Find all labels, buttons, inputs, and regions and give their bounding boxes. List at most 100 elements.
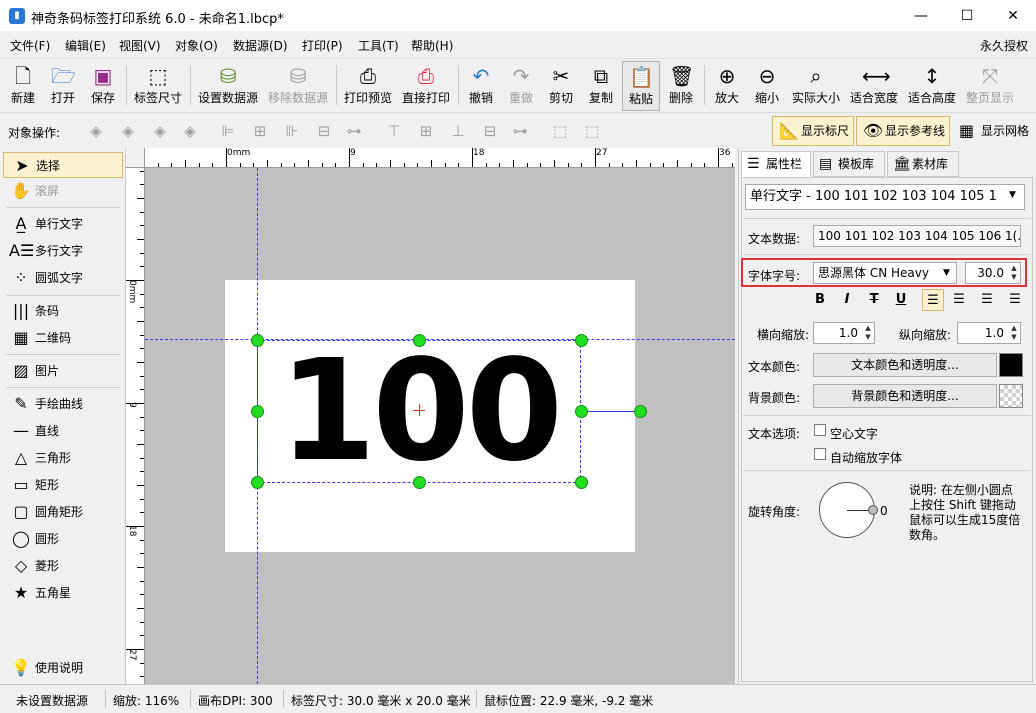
align-middle-icon[interactable]: ⊞ — [416, 122, 436, 140]
tool-image[interactable]: ▨ 图片 — [3, 358, 123, 384]
help-button[interactable]: 💡 使用说明 — [3, 655, 123, 681]
maximize-button[interactable]: ☐ — [944, 0, 990, 32]
text-color-button[interactable]: 文本颜色和透明度... — [813, 353, 997, 377]
align-right-icon[interactable]: ⊪ — [282, 122, 302, 140]
align-bottom-icon[interactable]: ⊥ — [448, 122, 468, 140]
bg-color-swatch[interactable] — [999, 384, 1023, 408]
show-grid-toggle[interactable]: ▦ 显示网格 — [952, 116, 1034, 146]
tool-star[interactable]: ★ 五角星 — [3, 580, 123, 606]
resize-handle[interactable] — [575, 476, 588, 489]
remove-datasource-button[interactable]: ⛁ 移除数据源 — [264, 61, 332, 111]
zoom-in-button[interactable]: ⊕ 放大 — [708, 61, 746, 111]
same-size-icon[interactable]: ⬚ — [550, 122, 570, 140]
menu-datasource[interactable]: 数据源(D) — [233, 37, 288, 54]
chevron-down-icon[interactable]: ▼ — [1009, 190, 1016, 200]
spin-down-icon[interactable]: ▼ — [1007, 333, 1021, 342]
set-datasource-button[interactable]: ⛁ 设置数据源 — [195, 61, 261, 111]
tool-triangle[interactable]: △ 三角形 — [3, 445, 123, 471]
object-select-dropdown[interactable]: 单行文字 - 100 101 102 103 104 105 1 — [745, 184, 1025, 210]
spin-up-icon[interactable]: ▲ — [861, 324, 875, 333]
center-h-icon[interactable]: ⊶ — [344, 122, 364, 140]
menu-edit[interactable]: 编辑(E) — [65, 37, 106, 54]
menu-tools[interactable]: 工具(T) — [358, 37, 399, 54]
bold-button[interactable]: B — [809, 289, 831, 311]
undo-button[interactable]: ↶ 撤销 — [462, 61, 500, 111]
text-color-swatch[interactable] — [999, 353, 1023, 377]
tab-templates[interactable]: ▤ 模板库 — [813, 151, 885, 177]
menu-view[interactable]: 视图(V) — [119, 37, 161, 54]
show-guides-toggle[interactable]: 👁 显示参考线 — [856, 116, 950, 146]
underline-button[interactable]: U — [890, 289, 912, 311]
tool-qrcode[interactable]: ▦ 二维码 — [3, 325, 123, 351]
align-center-icon[interactable]: ⊞ — [250, 122, 270, 140]
tool-multi-text[interactable]: A☰ 多行文字 — [3, 238, 123, 264]
font-family-select[interactable]: 思源黑体 CN Heavy — [813, 262, 957, 284]
open-button[interactable]: 🗁 打开 — [44, 61, 82, 111]
justify-text-icon[interactable]: ☰ — [1004, 289, 1026, 311]
new-button[interactable]: 🗋 新建 — [4, 61, 42, 111]
delete-button[interactable]: 🗑 删除 — [662, 61, 700, 111]
label-size-button[interactable]: ⬚ 标签尺寸 — [130, 61, 186, 111]
rotation-dial-knob[interactable] — [868, 505, 878, 515]
design-canvas[interactable]: 100 — [145, 168, 735, 684]
redo-button[interactable]: ↷ 重做 — [502, 61, 540, 111]
distribute-h-icon[interactable]: ⊟ — [314, 122, 334, 140]
spin-up-icon[interactable]: ▲ — [1007, 264, 1021, 273]
auto-shrink-checkbox[interactable] — [814, 448, 826, 460]
send-to-back-icon[interactable]: ◈ — [180, 122, 200, 140]
menu-object[interactable]: 对象(O) — [175, 37, 218, 54]
resize-handle[interactable] — [251, 334, 264, 347]
tool-single-text[interactable]: A̲ 单行文字 — [3, 211, 123, 237]
close-button[interactable]: ✕ — [990, 0, 1036, 32]
copy-button[interactable]: ⧉ 复制 — [582, 61, 620, 111]
actual-size-button[interactable]: ⌕ 实际大小 — [788, 61, 844, 111]
spin-down-icon[interactable]: ▼ — [861, 333, 875, 342]
fit-width-button[interactable]: ⟷ 适合宽度 — [846, 61, 902, 111]
bg-color-button[interactable]: 背景颜色和透明度... — [813, 384, 997, 408]
direct-print-button[interactable]: ⎙ 直接打印 — [398, 61, 454, 111]
bring-forward-icon[interactable]: ◈ — [118, 122, 138, 140]
rotate-handle[interactable] — [634, 405, 647, 418]
minimize-button[interactable]: — — [898, 0, 944, 32]
hollow-text-checkbox[interactable] — [814, 424, 826, 436]
tab-properties[interactable]: ☰ 属性栏 — [741, 151, 811, 177]
show-ruler-toggle[interactable]: 📐 显示标尺 — [772, 116, 854, 146]
tool-rounded-rect[interactable]: ▢ 圆角矩形 — [3, 499, 123, 525]
send-backward-icon[interactable]: ◈ — [150, 122, 170, 140]
paste-button[interactable]: 📋 粘贴 — [622, 61, 660, 111]
fit-height-button[interactable]: ↕ 适合高度 — [904, 61, 960, 111]
chevron-down-icon[interactable]: ▼ — [943, 268, 950, 278]
print-preview-button[interactable]: ⎙ 打印预览 — [340, 61, 396, 111]
menu-file[interactable]: 文件(F) — [10, 37, 50, 54]
center-v-icon[interactable]: ⊶ — [510, 122, 530, 140]
tool-circle[interactable]: ◯ 圆形 — [3, 526, 123, 552]
distribute-v-icon[interactable]: ⊟ — [480, 122, 500, 140]
italic-button[interactable]: I — [836, 289, 858, 311]
full-page-button[interactable]: ⤧ 整页显示 — [962, 61, 1018, 111]
resize-handle[interactable] — [413, 476, 426, 489]
menu-help[interactable]: 帮助(H) — [411, 37, 453, 54]
align-top-icon[interactable]: ⊤ — [384, 122, 404, 140]
tool-select[interactable]: ➤ 选择 — [3, 152, 123, 178]
align-right-text-icon[interactable]: ☰ — [976, 289, 998, 311]
tool-barcode[interactable]: ||| 条码 — [3, 298, 123, 324]
tool-diamond[interactable]: ◇ 菱形 — [3, 553, 123, 579]
resize-handle[interactable] — [413, 334, 426, 347]
tool-scroll[interactable]: ✋ 滚屏 — [3, 178, 123, 204]
spin-up-icon[interactable]: ▲ — [1007, 324, 1021, 333]
resize-handle[interactable] — [251, 476, 264, 489]
save-button[interactable]: ▣ 保存 — [84, 61, 122, 111]
tool-line[interactable]: — 直线 — [3, 418, 123, 444]
cut-button[interactable]: ✂ 剪切 — [542, 61, 580, 111]
strikethrough-button[interactable]: T — [863, 289, 885, 311]
group-icon[interactable]: ⬚ — [582, 122, 602, 140]
tab-assets[interactable]: 🏛 素材库 — [887, 151, 959, 177]
align-left-text-icon[interactable]: ☰ — [922, 289, 944, 311]
bring-to-front-icon[interactable]: ◈ — [86, 122, 106, 140]
resize-handle[interactable] — [575, 405, 588, 418]
align-center-text-icon[interactable]: ☰ — [948, 289, 970, 311]
resize-handle[interactable] — [575, 334, 588, 347]
tool-rectangle[interactable]: ▭ 矩形 — [3, 472, 123, 498]
menu-print[interactable]: 打印(P) — [302, 37, 343, 54]
text-data-field[interactable]: 100 101 102 103 104 105 106 1(... — [813, 225, 1021, 247]
